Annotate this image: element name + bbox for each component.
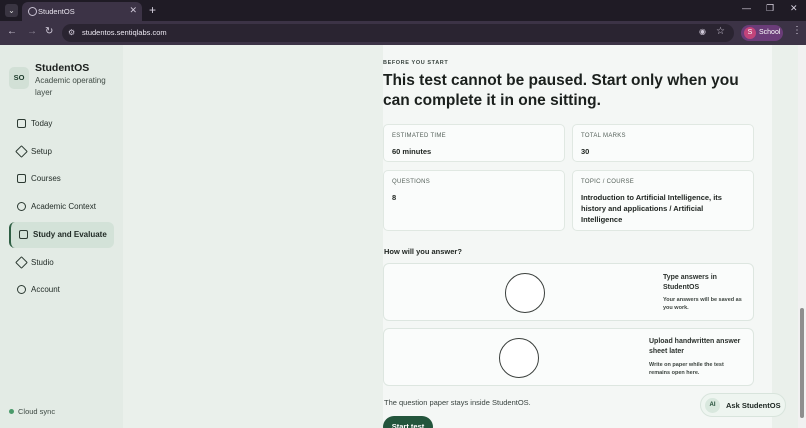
brand-logo: SO [9,67,29,89]
favicon-icon [28,7,37,16]
browser-tab[interactable]: StudentOS ✕ [22,2,142,21]
radio-indicator[interactable] [499,338,539,378]
restore-icon[interactable]: ❐ [766,3,774,14]
info-value: 30 [581,147,590,156]
sidebar-item-label: Setup [31,147,52,156]
square-icon [17,119,26,128]
brand-name: StudentOS [35,62,90,74]
eyebrow-label: BEFORE YOU START [383,60,449,66]
main-content: BEFORE YOU START This test cannot be pau… [123,45,798,428]
questions-card: QUESTIONS 8 [383,170,565,231]
info-label: TOPIC / COURSE [581,179,635,185]
start-test-button[interactable]: Start test [383,416,433,428]
footnote: The question paper stays inside StudentO… [384,398,531,407]
window-close-icon[interactable]: ✕ [790,3,798,14]
sidebar-item-label: Today [31,119,53,128]
sidebar-item-label: Study and Evaluate [33,230,107,239]
square-minus-icon [17,174,26,183]
circle-minus-icon [17,202,26,211]
site-info-icon[interactable]: ⚙ [68,28,78,38]
sidebar-item-study-and-evaluate[interactable]: Study and Evaluate [9,222,114,248]
sidebar-item-account[interactable]: Account [9,277,114,303]
option-description: Write on paper while the test remains op… [649,362,724,376]
profile-chip[interactable]: S School [741,25,783,41]
forward-icon[interactable]: → [27,26,37,37]
sidebar-item-label: Academic Context [31,202,96,211]
info-value: 8 [392,193,397,202]
url-text: studentos.sentiqlabs.com [82,28,167,37]
info-value: Introduction to Artificial Intelligence,… [581,193,722,224]
tracking-eye-icon[interactable]: ◉ [699,27,706,36]
assistant-label: Ask StudentOS [726,401,781,410]
sidebar-item-academic-context[interactable]: Academic Context [9,194,114,220]
new-tab-icon[interactable]: + [149,3,156,17]
sidebar-item-courses[interactable]: Courses [9,166,114,192]
tab-search-icon[interactable]: ⌄ [5,4,18,17]
sidebar-item-label: Account [31,285,60,294]
radio-indicator[interactable] [505,273,545,313]
minimize-icon[interactable]: — [742,3,751,13]
sidebar: SO StudentOS Academic operating layer To… [0,45,123,428]
profile-avatar: S [744,27,756,39]
option-upload-handwritten[interactable]: Upload handwritten answer sheet later Wr… [383,328,754,386]
diamond-icon [15,145,28,158]
sync-label: Cloud sync [18,407,56,416]
close-tab-icon[interactable]: ✕ [129,5,137,16]
ask-assistant-button[interactable]: AI Ask StudentOS [700,393,786,417]
diamond-icon [15,256,28,269]
back-icon[interactable]: ← [7,26,17,37]
circle-minus-icon [17,285,26,294]
address-bar[interactable]: ⚙ studentos.sentiqlabs.com ◉ ☆ [62,24,734,42]
scrollbar-thumb[interactable] [800,308,804,418]
info-value: 60 minutes [392,147,432,156]
answer-mode-question: How will you answer? [384,247,462,256]
option-description: Your answers will be saved as you work. [663,297,742,311]
brand-tagline: Academic operating layer [35,76,106,97]
tab-title: StudentOS [38,7,75,16]
option-type-answers[interactable]: Type answers in StudentOS Your answers w… [383,263,754,321]
browser-menu-icon[interactable]: ⋮ [792,25,802,36]
sync-status-dot [9,409,14,414]
sidebar-item-setup[interactable]: Setup [9,139,114,165]
option-title: Upload handwritten answer sheet later [649,338,741,355]
browser-toolbar: ← → ↻ ⚙ studentos.sentiqlabs.com ◉ ☆ S S… [0,21,806,45]
option-title: Type answers in StudentOS [663,274,717,291]
topic-card: TOPIC / COURSE Introduction to Artificia… [572,170,754,231]
page-title: This test cannot be paused. Start only w… [383,72,739,109]
bookmark-star-icon[interactable]: ☆ [716,26,725,37]
browser-tab-strip: ⌄ StudentOS ✕ + — ❐ ✕ [0,0,806,21]
reload-icon[interactable]: ↻ [45,26,53,37]
info-label: ESTIMATED TIME [392,133,446,139]
sidebar-item-studio[interactable]: Studio [9,250,114,276]
total-marks-card: TOTAL MARKS 30 [572,124,754,162]
sidebar-item-today[interactable]: Today [9,111,114,137]
square-icon [19,230,28,239]
info-label: TOTAL MARKS [581,133,626,139]
estimated-time-card: ESTIMATED TIME 60 minutes [383,124,565,162]
profile-label: School [759,28,781,36]
sidebar-item-label: Courses [31,174,61,183]
sidebar-item-label: Studio [31,258,54,267]
ai-badge: AI [705,398,720,413]
info-label: QUESTIONS [392,179,431,185]
